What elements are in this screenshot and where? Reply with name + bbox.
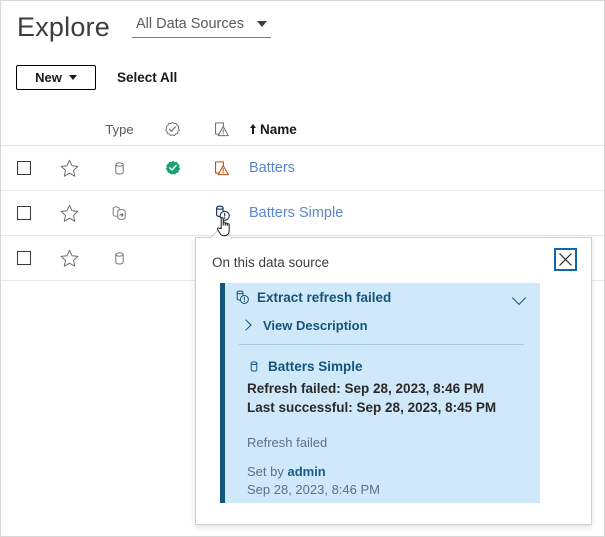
- alert-status-message: Refresh failed: [225, 434, 540, 452]
- row-certification-cell: [147, 160, 198, 176]
- row-data-quality-cell[interactable]: [198, 160, 245, 177]
- page-title: Explore: [17, 14, 110, 41]
- certified-check-badge-icon: [165, 160, 181, 176]
- alert-last-successful-line: Last successful: Sep 28, 2023, 8:45 PM: [225, 398, 540, 417]
- row-favorite-cell[interactable]: [47, 203, 92, 224]
- header-name-cell[interactable]: Name: [245, 122, 605, 137]
- alert-header[interactable]: Extract refresh failed: [225, 283, 540, 311]
- data-source-link[interactable]: Batters Simple: [249, 205, 343, 221]
- alert-heading: Extract refresh failed: [257, 290, 391, 305]
- header-type-cell[interactable]: Type: [92, 122, 147, 137]
- database-icon: [111, 250, 128, 267]
- table-row[interactable]: Batters Simple: [1, 191, 605, 236]
- data-quality-warning-icon[interactable]: [213, 160, 230, 177]
- certification-badge-icon: [164, 121, 181, 138]
- extract-refresh-failed-icon[interactable]: [213, 204, 231, 222]
- checkbox-unchecked-icon[interactable]: [17, 206, 31, 220]
- alert-data-source-name: Batters Simple: [268, 359, 363, 374]
- star-outline-icon[interactable]: [59, 203, 80, 224]
- database-icon: [111, 160, 128, 177]
- published-data-source-icon: [110, 204, 129, 223]
- header-name-sort[interactable]: Name: [249, 122, 297, 137]
- sort-ascending-arrow-icon: [249, 124, 256, 134]
- alert-set-by-prefix: Set by: [247, 464, 287, 479]
- alert-refresh-failed-line: Refresh failed: Sep 28, 2023, 8:46 PM: [225, 379, 540, 398]
- table-row[interactable]: Batters: [1, 146, 605, 191]
- table-header-row: Type Name: [1, 113, 605, 146]
- view-description-toggle[interactable]: View Description: [225, 311, 540, 339]
- page-header: Explore All Data Sources: [1, 1, 605, 53]
- row-data-quality-cell[interactable]: [198, 204, 245, 222]
- popover-title: On this data source: [212, 255, 329, 270]
- explore-page: Explore All Data Sources New Select All …: [0, 0, 605, 537]
- row-type-cell: [92, 250, 147, 267]
- row-name-cell[interactable]: Batters: [245, 160, 605, 176]
- on-this-data-source-popover: On this data source Extract refresh fail…: [195, 237, 592, 525]
- select-all-button[interactable]: Select All: [117, 70, 177, 85]
- row-favorite-cell[interactable]: [47, 158, 92, 179]
- row-checkbox-cell[interactable]: [1, 206, 47, 220]
- row-type-cell: [92, 204, 147, 223]
- checkbox-unchecked-icon[interactable]: [17, 251, 31, 265]
- chevron-down-icon: [257, 21, 267, 27]
- alert-set-by: Set by admin: [225, 463, 540, 481]
- chevron-down-icon[interactable]: [512, 291, 526, 305]
- row-checkbox-cell[interactable]: [1, 161, 47, 175]
- new-button[interactable]: New: [16, 65, 96, 90]
- chevron-down-icon: [69, 75, 77, 80]
- toolbar: New Select All: [1, 57, 605, 97]
- new-button-label: New: [35, 70, 62, 85]
- close-button[interactable]: [554, 248, 577, 271]
- view-description-label: View Description: [263, 318, 368, 333]
- header-data-quality-cell[interactable]: [198, 121, 245, 138]
- data-source-filter-label: All Data Sources: [136, 16, 244, 32]
- alert-data-source-row: Batters Simple: [225, 359, 540, 374]
- extract-refresh-failed-alert: Extract refresh failed View Description …: [220, 283, 540, 503]
- checkbox-unchecked-icon[interactable]: [17, 161, 31, 175]
- chevron-right-icon: [240, 319, 251, 330]
- data-quality-warning-icon: [213, 121, 230, 138]
- star-outline-icon[interactable]: [59, 248, 80, 269]
- data-source-link[interactable]: Batters: [249, 160, 295, 176]
- row-name-cell[interactable]: Batters Simple: [245, 205, 605, 221]
- alert-set-by-user: admin: [287, 464, 325, 479]
- alert-set-by-timestamp: Sep 28, 2023, 8:46 PM: [225, 481, 540, 499]
- database-icon: [247, 360, 261, 374]
- header-name-label: Name: [260, 122, 297, 137]
- header-type-label: Type: [105, 122, 133, 137]
- row-type-cell: [92, 160, 147, 177]
- data-source-filter-dropdown[interactable]: All Data Sources: [132, 16, 271, 38]
- extract-refresh-failed-icon: [234, 289, 250, 305]
- alert-divider: [239, 344, 524, 345]
- row-favorite-cell[interactable]: [47, 248, 92, 269]
- header-certification-cell[interactable]: [147, 121, 198, 138]
- close-icon: [558, 252, 573, 267]
- star-outline-icon[interactable]: [59, 158, 80, 179]
- row-checkbox-cell[interactable]: [1, 251, 47, 265]
